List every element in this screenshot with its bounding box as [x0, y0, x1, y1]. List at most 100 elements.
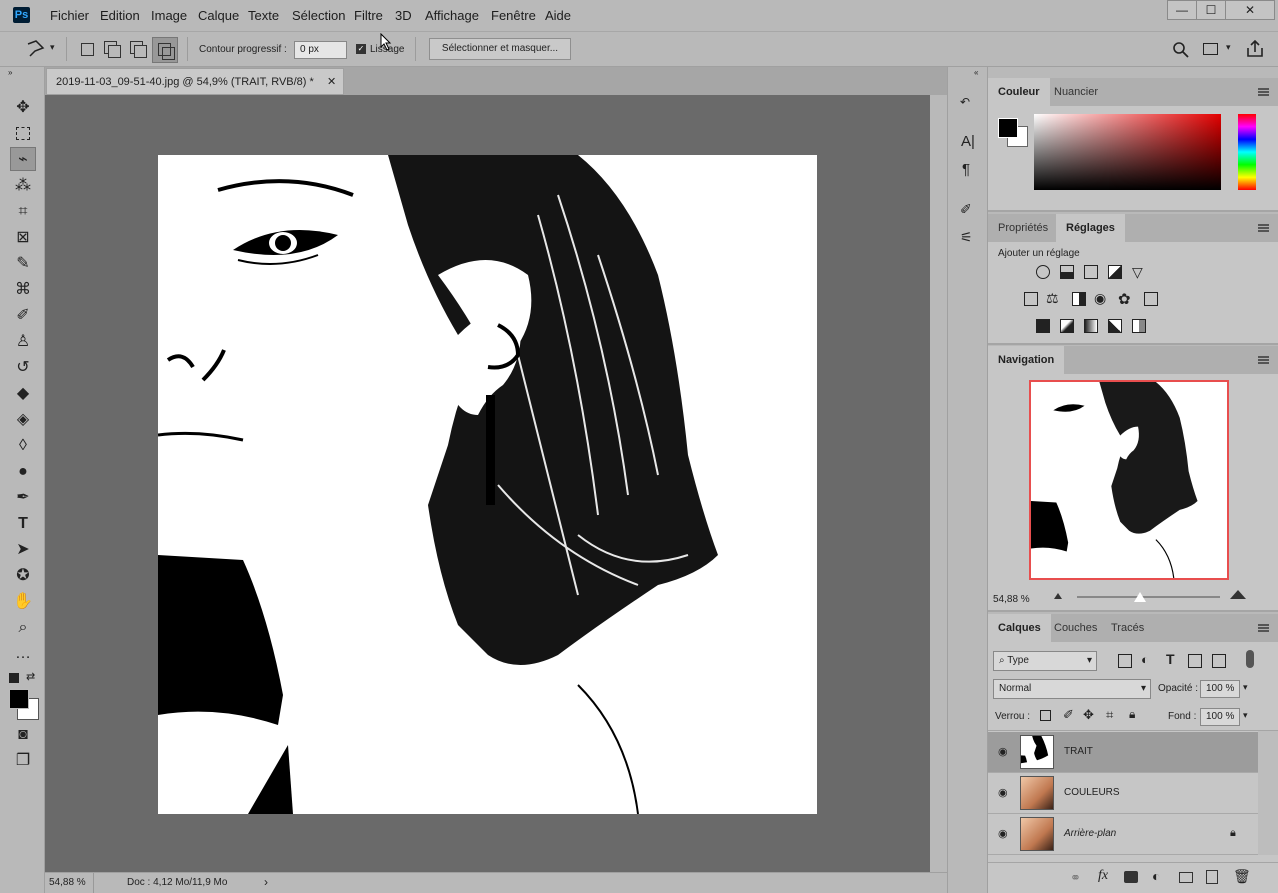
photo-filter-icon[interactable]: ◉: [1094, 290, 1106, 307]
tab-swatches[interactable]: Nuancier: [1044, 78, 1108, 106]
search-icon[interactable]: [1172, 41, 1190, 59]
fill-input[interactable]: 100 %: [1200, 708, 1240, 726]
link-icon[interactable]: ⚭: [1070, 870, 1081, 886]
magic-wand-icon[interactable]: ⁂: [10, 174, 36, 198]
quick-mask-icon[interactable]: ◙: [10, 723, 36, 747]
layer-row[interactable]: ◉ COULEURS: [988, 773, 1258, 814]
intersect-selection-icon[interactable]: [152, 37, 178, 63]
layer-filter-select[interactable]: ⌕ Type ▾: [993, 651, 1097, 671]
screen-mode-icon[interactable]: ❐: [10, 749, 36, 773]
posterize-icon[interactable]: [1060, 319, 1074, 333]
adjustment-icon[interactable]: ◐: [1152, 868, 1160, 884]
visibility-eye-icon[interactable]: ◉: [998, 787, 1010, 799]
invert-icon[interactable]: [1036, 319, 1050, 333]
zoom-out-icon[interactable]: [1054, 593, 1062, 599]
menu-calque[interactable]: Calque: [198, 8, 239, 23]
antialias-checkbox[interactable]: ✓: [356, 44, 366, 54]
default-colors-icon[interactable]: [9, 673, 19, 683]
swap-colors-icon[interactable]: ⇄: [26, 670, 35, 683]
blend-mode-select[interactable]: Normal ▾: [993, 679, 1151, 699]
paint-bucket-icon[interactable]: ◈: [10, 408, 36, 432]
layer-name[interactable]: Arrière-plan: [1064, 828, 1116, 839]
levels-icon[interactable]: [1060, 265, 1074, 279]
history-panel-icon[interactable]: ↶: [960, 95, 976, 109]
path-selection-icon[interactable]: ➤: [10, 538, 36, 562]
zoom-readout[interactable]: 54,88 %: [49, 877, 86, 888]
opacity-input[interactable]: 100 %: [1200, 680, 1240, 698]
share-icon[interactable]: [1245, 39, 1265, 59]
lasso-tool-icon[interactable]: ⌁: [10, 147, 36, 171]
lock-pixels-icon[interactable]: ✐: [1063, 707, 1074, 723]
new-selection-icon[interactable]: [81, 43, 94, 56]
status-menu-arrow-icon[interactable]: ›: [264, 875, 268, 889]
curves-icon[interactable]: [1084, 265, 1098, 279]
layers-scrollbar[interactable]: [1258, 731, 1278, 855]
character-panel-icon[interactable]: A|: [961, 133, 975, 150]
type-tool-icon[interactable]: T: [10, 512, 36, 536]
stamp-tool-icon[interactable]: ♙: [10, 330, 36, 354]
close-tab-icon[interactable]: ✕: [327, 75, 336, 88]
eyedropper-icon[interactable]: ✎: [10, 252, 36, 276]
filter-smart-object-icon[interactable]: [1212, 654, 1226, 668]
healing-brush-icon[interactable]: ⌘: [10, 278, 36, 302]
panel-menu-icon[interactable]: [1258, 224, 1269, 232]
pen-tool-icon[interactable]: ✒: [10, 486, 36, 510]
tab-color[interactable]: Couleur: [988, 78, 1050, 106]
lock-transparency-icon[interactable]: [1040, 710, 1051, 721]
paragraph-panel-icon[interactable]: ¶: [962, 161, 970, 178]
brush-tool-icon[interactable]: ✐: [10, 304, 36, 328]
zoom-in-icon[interactable]: [1230, 590, 1246, 599]
panel-menu-icon[interactable]: [1258, 624, 1269, 632]
vibrance-icon[interactable]: ▽: [1132, 264, 1143, 281]
hue-saturation-icon[interactable]: [1024, 292, 1038, 306]
layer-name[interactable]: TRAIT: [1064, 746, 1093, 757]
zoom-tool-icon[interactable]: ⌕: [10, 616, 36, 640]
move-tool-icon[interactable]: ✥: [10, 96, 36, 120]
brightness-icon[interactable]: [1036, 265, 1050, 279]
add-selection-icon[interactable]: [104, 41, 121, 58]
visibility-eye-icon[interactable]: ◉: [998, 828, 1010, 840]
mask-icon[interactable]: [1124, 871, 1138, 883]
panel-menu-icon[interactable]: [1258, 88, 1269, 96]
dodge-tool-icon[interactable]: ●: [10, 460, 36, 484]
filter-pixel-icon[interactable]: [1118, 654, 1132, 668]
workspace-chevron-icon[interactable]: ▾: [1226, 42, 1231, 53]
menu-affichage[interactable]: Affichage: [425, 8, 479, 23]
eraser-tool-icon[interactable]: ◆: [10, 382, 36, 406]
navigator-zoom-readout[interactable]: 54,88 %: [993, 594, 1030, 605]
menu-fichier[interactable]: Fichier: [50, 8, 89, 23]
color-field[interactable]: [1034, 114, 1221, 190]
tool-preset-chevron-icon[interactable]: ▾: [50, 42, 55, 53]
adjustments-strip-icon[interactable]: ⚟: [960, 229, 973, 246]
expand-icon[interactable]: «: [974, 68, 978, 77]
layer-name[interactable]: COULEURS: [1064, 787, 1120, 798]
brush-settings-icon[interactable]: ✐: [960, 201, 972, 218]
fill-chevron-icon[interactable]: ▾: [1243, 710, 1248, 721]
menu-edition[interactable]: Edition: [100, 8, 140, 23]
exposure-icon[interactable]: [1108, 265, 1122, 279]
lock-position-icon[interactable]: ✥: [1083, 707, 1094, 723]
history-brush-icon[interactable]: ↺: [10, 356, 36, 380]
foreground-color-swatch[interactable]: [9, 689, 29, 709]
zoom-slider-track[interactable]: [1077, 596, 1220, 598]
menu-3d[interactable]: 3D: [395, 8, 412, 23]
tab-properties[interactable]: Propriétés: [988, 214, 1058, 242]
menu-aide[interactable]: Aide: [545, 8, 571, 23]
filter-shape-icon[interactable]: [1188, 654, 1202, 668]
close-button[interactable]: ✕: [1225, 0, 1275, 20]
fx-icon[interactable]: fx: [1098, 868, 1108, 884]
document-tab[interactable]: 2019-11-03_09-51-40.jpg @ 54,9% (TRAIT, …: [46, 68, 344, 95]
black-white-icon[interactable]: [1072, 292, 1086, 306]
fg-color-swatch[interactable]: [998, 118, 1018, 138]
filter-adjustment-icon[interactable]: ◐: [1141, 652, 1149, 667]
menu-texte[interactable]: Texte: [248, 8, 279, 23]
hand-tool-icon[interactable]: ✋: [10, 590, 36, 614]
minimize-button[interactable]: —: [1167, 0, 1197, 20]
feather-input[interactable]: 0 px: [294, 41, 347, 59]
visibility-eye-icon[interactable]: ◉: [998, 746, 1010, 758]
filter-type-icon[interactable]: T: [1166, 651, 1175, 667]
collapse-icon[interactable]: »: [8, 68, 12, 77]
more-tools-icon[interactable]: …: [10, 642, 36, 666]
blur-tool-icon[interactable]: ◊: [10, 434, 36, 458]
new-layer-icon[interactable]: [1206, 870, 1218, 884]
